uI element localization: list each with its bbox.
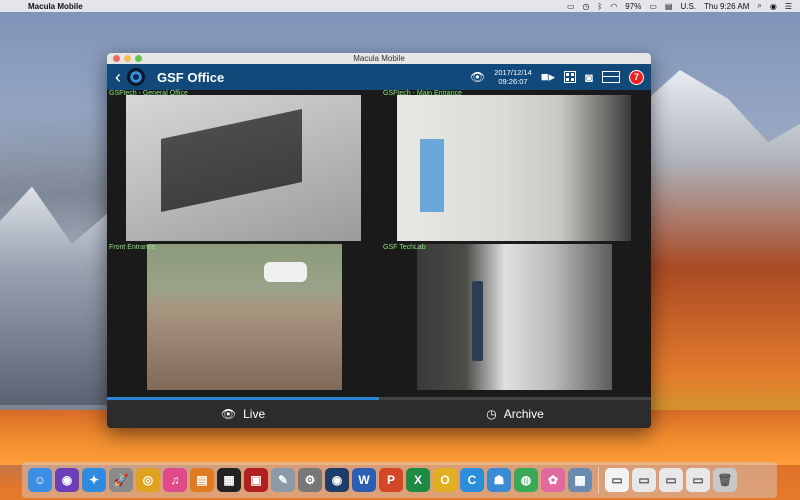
view-mode-tabs: 👁 Live ◷ Archive	[107, 397, 651, 428]
airplay-icon[interactable]: ▭	[567, 2, 575, 11]
eye-icon: 👁	[469, 70, 486, 84]
camera-feed-front-entrance[interactable]	[147, 244, 342, 390]
site-title: GSF Office	[157, 69, 225, 85]
siri-menu-icon[interactable]: ◉	[770, 2, 777, 11]
clock-icon: ◷	[486, 407, 497, 421]
camera-tile-techlab[interactable]: GSF TechLab	[379, 244, 651, 394]
tab-archive-label: Archive	[503, 407, 544, 421]
live-time: 09:26:07	[498, 77, 528, 86]
camera-label: Front Entrance	[109, 244, 156, 251]
live-date: 2017/12/14	[494, 68, 532, 77]
dock-spreadsheet-file-icon[interactable]: ▭	[659, 468, 683, 492]
header-actions: 👁 2017/12/14 09:26:07 ■▸ ◙ 7	[470, 68, 644, 86]
dock-itunes-icon[interactable]: ♫	[163, 468, 187, 492]
eye-icon: 👁	[220, 407, 237, 421]
dock-file-icon[interactable]: ▭	[686, 468, 710, 492]
dock-photos-icon[interactable]: ✿	[541, 468, 565, 492]
dock: ☺ ◉ ✦ 🚀 ◎ ♫ ▤ ▦ ▣ ✎ ⚙ ◉ W P X O C ☗ ◍ ✿ ▩ ▭ ▭ ▭ ▭ 🗑	[22, 462, 777, 498]
battery-icon[interactable]: ▭	[649, 2, 657, 11]
camera-tile-main-entrance[interactable]: GSFtech - Main Entrance	[379, 90, 651, 241]
window-titlebar[interactable]: Macula Mobile	[107, 53, 651, 64]
grid-layout-icon[interactable]	[564, 71, 577, 83]
dock-siri-icon[interactable]: ◉	[55, 468, 79, 492]
menu-bar: Macula Mobile ▭ ◷ ᛒ ◠ 97% ▭ ▤ U.S. Thu 9…	[0, 0, 800, 12]
dock-app-o-icon[interactable]: O	[433, 468, 457, 492]
camera-feed-techlab[interactable]	[417, 244, 612, 390]
camera-feed-general-office[interactable]	[126, 95, 361, 241]
dock-word-icon[interactable]: W	[352, 468, 376, 492]
camera-tile-general-office[interactable]: GSFtech - General Office	[107, 90, 379, 241]
tab-live-label: Live	[243, 407, 266, 421]
input-source[interactable]: U.S.	[680, 2, 696, 11]
dock-spreadsheet-file-icon[interactable]: ▭	[632, 468, 656, 492]
camera-feed-main-entrance[interactable]	[397, 95, 631, 241]
window-title: Macula Mobile	[353, 54, 405, 63]
dock-excel-icon[interactable]: X	[406, 468, 430, 492]
dock-app-c-icon[interactable]: C	[460, 468, 484, 492]
live-datetime: 2017/12/14 09:26:07	[494, 68, 532, 86]
dock-globe-icon[interactable]: ◍	[514, 468, 538, 492]
dock-system-preferences-icon[interactable]: ⚙	[298, 468, 322, 492]
dock-safari-icon[interactable]: ✦	[82, 468, 106, 492]
bluetooth-icon[interactable]: ᛒ	[598, 2, 603, 11]
dock-image-capture-icon[interactable]: ▩	[568, 468, 592, 492]
dock-trash-icon[interactable]: 🗑	[713, 468, 737, 492]
camera-tile-front-entrance[interactable]: Front Entrance	[107, 244, 379, 394]
dock-photo-booth-icon[interactable]: ▣	[244, 468, 268, 492]
app-header: ‹ GSF Office 👁 2017/12/14 09:26:07 ■▸ ◙ …	[107, 64, 651, 90]
dock-books-icon[interactable]: ▤	[190, 468, 214, 492]
spotlight-icon[interactable]: ⌕	[757, 1, 761, 11]
wifi-icon[interactable]: ◠	[610, 2, 617, 11]
dock-people-icon[interactable]: ☗	[487, 468, 511, 492]
time-machine-icon[interactable]: ◷	[583, 2, 590, 11]
menu-clock[interactable]: Thu 9:26 AM	[704, 2, 749, 11]
notification-center-icon[interactable]: ☰	[785, 2, 792, 11]
camera-label: GSF TechLab	[383, 244, 426, 251]
menu-app-name[interactable]: Macula Mobile	[28, 2, 83, 11]
macula-logo-icon	[127, 68, 145, 86]
dock-finder-icon[interactable]: ☺	[28, 468, 52, 492]
tab-live[interactable]: 👁 Live	[107, 397, 379, 428]
alerts-badge[interactable]: 7	[629, 69, 644, 85]
layout-toggle-icon[interactable]	[602, 71, 620, 83]
dock-app-icon-dark[interactable]: ▦	[217, 468, 241, 492]
camera-label: GSFtech - General Office	[109, 90, 188, 97]
menu-extras: ▭ ◷ ᛒ ◠ 97% ▭ ▤ U.S. Thu 9:26 AM ⌕ ◉ ☰	[567, 1, 792, 11]
dock-separator	[598, 467, 599, 493]
battery-percent[interactable]: 97%	[625, 2, 641, 11]
flag-icon[interactable]: ▤	[665, 2, 673, 11]
dock-preview-icon[interactable]: ✎	[271, 468, 295, 492]
dock-chrome-icon[interactable]: ◎	[136, 468, 160, 492]
video-camera-icon[interactable]: ■▸	[541, 69, 555, 85]
dock-macula-icon[interactable]: ◉	[325, 468, 349, 492]
dock-powerpoint-icon[interactable]: P	[379, 468, 403, 492]
snapshot-camera-icon[interactable]: ◙	[585, 70, 593, 85]
camera-grid: GSFtech - General Office GSFtech - Main …	[107, 90, 651, 397]
back-chevron-icon[interactable]: ‹	[111, 67, 125, 88]
dock-launchpad-icon[interactable]: 🚀	[109, 468, 133, 492]
dock-document-icon[interactable]: ▭	[605, 468, 629, 492]
camera-label: GSFtech - Main Entrance	[383, 90, 462, 97]
app-window: Macula Mobile ‹ GSF Office 👁 2017/12/14 …	[107, 53, 651, 428]
tab-archive[interactable]: ◷ Archive	[379, 397, 651, 428]
